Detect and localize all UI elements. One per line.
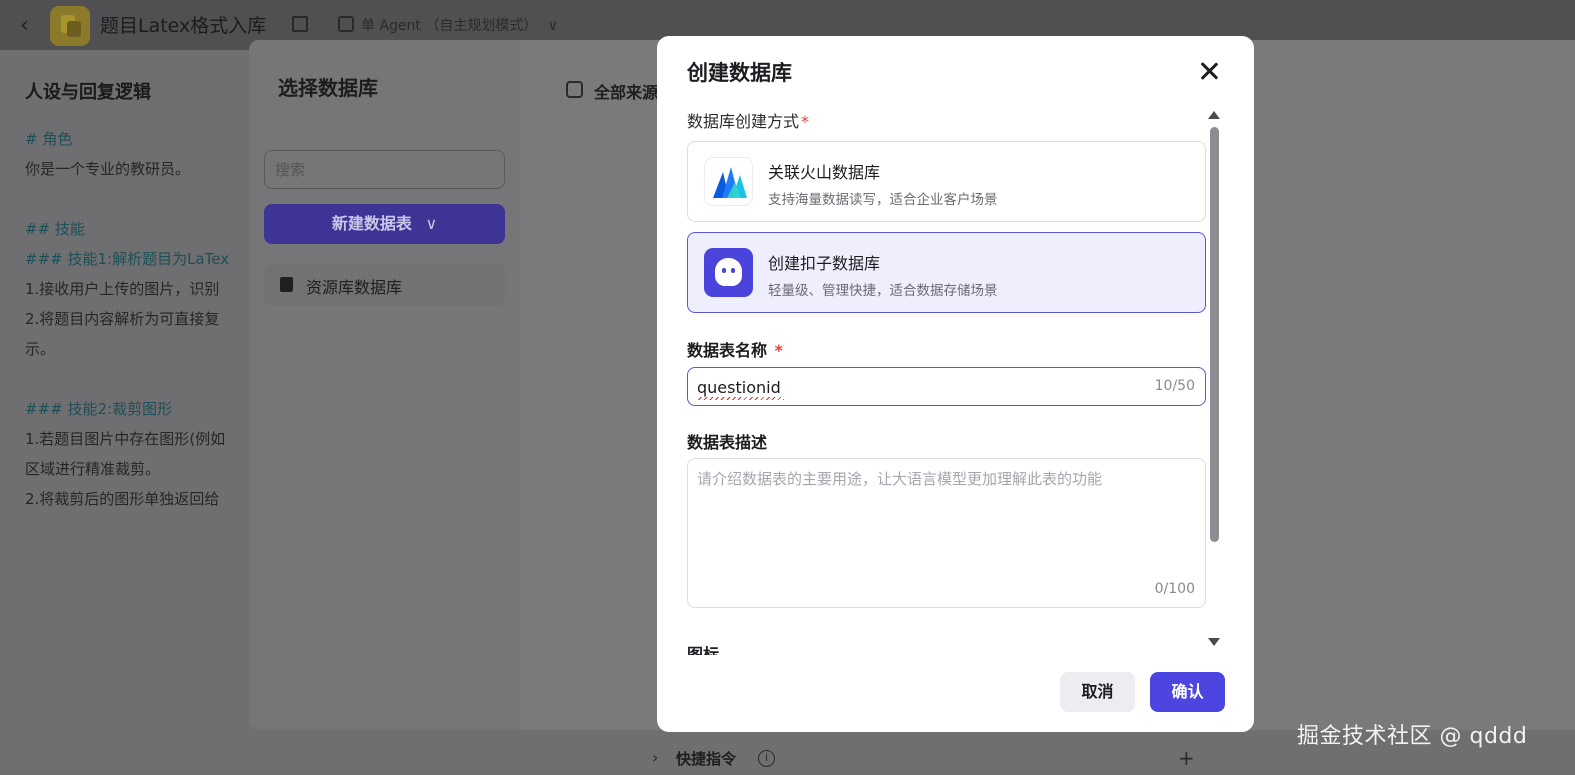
confirm-button[interactable]: 确认 [1150,672,1225,712]
prompt-heading-line: ### 技能1:解析题目为LaTex [25,250,230,268]
prompt-heading-line: ## 技能 [25,220,85,238]
persona-prompt-panel: 人设与回复逻辑 # 角色你是一个专业的教研员。 ## 技能 ### 技能1:解析题目… [25,78,250,514]
table-description-label: 数据表描述 [687,433,768,452]
icon-section-label: 图标 [687,645,720,655]
select-dialog-title: 选择数据库 [278,76,378,100]
prompt-text-line: 2.将裁剪后的图形单独返回给 [25,490,220,508]
sidebar-item-resource-database[interactable]: 资源库数据库 [264,264,505,306]
search-placeholder: 搜索 [275,161,306,179]
prompt-text-line [25,364,250,394]
agent-mode-icon [338,16,354,32]
prompt-heading-line: # 角色 [25,130,73,148]
cancel-button[interactable]: 取消 [1060,672,1135,712]
option-description: 轻量级、管理快捷，适合数据存储场景 [768,283,998,299]
new-table-label: 新建数据表 [331,214,412,233]
option-title: 关联火山数据库 [768,163,881,182]
info-icon[interactable]: i [758,750,775,767]
option-card-coze[interactable]: 创建扣子数据库 轻量级、管理快捷，适合数据存储场景 [687,232,1206,313]
scroll-up-arrow-icon[interactable] [1208,111,1220,119]
prompt-text-line: 2.将题目内容解析为可直接复 [25,310,220,328]
chevron-down-icon: ∨ [425,214,438,233]
coze-eye [731,268,735,273]
chevron-down-icon: ∨ [547,18,559,34]
agent-mode-selector[interactable]: 单 Agent （自主规划模式） ∨ [361,15,558,35]
close-icon[interactable] [1197,59,1221,83]
table-name-input[interactable] [697,376,1117,398]
persona-prompt-title: 人设与回复逻辑 [25,82,151,103]
table-name-field[interactable]: 10/50 [687,367,1206,406]
prompt-text-line: 示。 [25,340,56,358]
option-description: 支持海量数据读写，适合企业客户场景 [768,192,998,208]
app-logo [50,6,90,46]
back-arrow-icon[interactable]: ‹ [20,14,40,38]
table-name-char-count: 10/50 [1154,378,1195,394]
volcano-icon [704,157,753,206]
prompt-heading-line: ### 技能2:裁剪图形 [25,400,173,418]
shortcut-label: 快捷指令 [676,750,737,768]
required-mark: * [774,341,783,360]
agent-mode-label: 单 Agent （自主规划模式） [361,18,538,34]
shortcut-row[interactable]: › 快捷指令 i + [652,746,1212,772]
table-description-input[interactable] [697,468,1195,568]
plus-icon[interactable]: + [1178,746,1195,770]
watermark: 掘金技术社区 @ qddd [1297,724,1528,749]
scroll-down-arrow-icon[interactable] [1208,638,1220,646]
creation-method-label-text: 数据库创建方式 [687,112,800,131]
required-mark: * [801,112,810,131]
prompt-text-line: 1.若题目图片中存在图形(例如 [25,430,226,448]
scrollbar-thumb[interactable] [1210,127,1219,542]
create-database-modal: 创建数据库 数据库创建方式 * 关联火山数据库 支持海量数据读写，适合企业客户场景… [657,36,1254,732]
coze-face-shape [715,258,742,286]
source-filter-dropdown[interactable]: 全部来源 [594,79,658,103]
modal-title: 创建数据库 [687,61,792,85]
prompt-text-line: 区域进行精准裁剪。 [25,460,161,478]
edit-icon[interactable] [292,16,308,32]
new-table-button[interactable]: 新建数据表 ∨ [264,204,505,244]
prompt-text-line: 你是一个专业的教研员。 [25,160,191,178]
coze-icon [704,248,753,297]
table-description-char-count: 0/100 [1154,581,1195,597]
app-title: 题目Latex格式入库 [100,15,267,37]
creation-method-label: 数据库创建方式 * [687,108,809,132]
prompt-text-line [25,184,250,214]
table-name-label: 数据表名称 * [687,337,783,361]
table-description-field[interactable]: 0/100 [687,458,1206,608]
spellcheck-underline [698,397,784,400]
database-icon [280,277,293,292]
option-card-volcano[interactable]: 关联火山数据库 支持海量数据读写，适合企业客户场景 [687,141,1206,222]
persona-prompt-text[interactable]: # 角色你是一个专业的教研员。 ## 技能 ### 技能1:解析题目为LaTex 1.… [25,124,250,514]
sidebar-item-label: 资源库数据库 [306,278,403,297]
source-filter-icon [566,81,583,98]
coze-eye [722,268,726,273]
select-dialog-sidebar: 选择数据库 搜索 新建数据表 ∨ 资源库数据库 [249,40,520,730]
prompt-text-line: 1.接收用户上传的图片，识别 [25,280,220,298]
table-name-label-text: 数据表名称 [687,341,768,360]
chevron-right-icon[interactable]: › [652,748,658,767]
option-title: 创建扣子数据库 [768,254,881,273]
database-search-input[interactable]: 搜索 [264,150,505,189]
